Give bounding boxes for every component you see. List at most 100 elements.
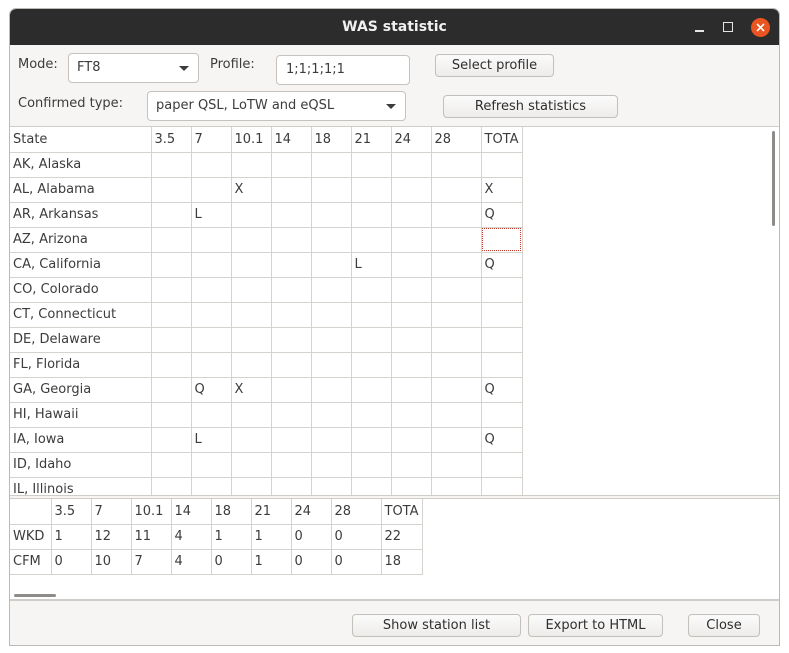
table-cell[interactable] (391, 427, 432, 453)
table-row[interactable]: ID, Idaho (10, 452, 523, 478)
table-cell[interactable] (191, 352, 232, 378)
table-cell[interactable] (311, 427, 352, 453)
table-cell[interactable] (231, 477, 272, 495)
table-cell[interactable] (191, 177, 232, 203)
table-cell[interactable]: X (481, 177, 523, 203)
table-row[interactable]: HI, Hawaii (10, 402, 523, 428)
table-cell[interactable] (481, 452, 523, 478)
table-cell[interactable] (351, 352, 392, 378)
table-cell[interactable] (151, 327, 192, 353)
table-cell[interactable] (431, 377, 482, 403)
table-cell[interactable] (311, 177, 352, 203)
table-row[interactable]: CA, California L Q (10, 252, 523, 278)
table-cell[interactable]: IA, Iowa (10, 427, 152, 453)
table-cell[interactable]: CA, California (10, 252, 152, 278)
table-cell[interactable] (351, 202, 392, 228)
table-cell[interactable] (191, 477, 232, 495)
table-row[interactable]: CFM 0 10 7 4 0 1 0 0 18 (10, 549, 423, 575)
table-cell[interactable] (231, 327, 272, 353)
table-cell[interactable] (151, 252, 192, 278)
table-row[interactable]: CO, Colorado (10, 277, 523, 303)
table-cell[interactable]: 4 (171, 549, 212, 575)
table-cell[interactable] (271, 277, 312, 303)
table-cell[interactable]: IL, Illinois (10, 477, 152, 495)
table-cell[interactable] (351, 177, 392, 203)
table-cell[interactable]: 22 (381, 524, 423, 550)
mode-select[interactable]: FT8 (68, 53, 199, 83)
table-cell[interactable] (151, 352, 192, 378)
table-cell[interactable]: AZ, Arizona (10, 227, 152, 253)
table-cell[interactable] (351, 327, 392, 353)
table-cell[interactable] (151, 202, 192, 228)
table-cell[interactable]: X (231, 377, 272, 403)
table-cell[interactable] (351, 377, 392, 403)
table-row[interactable]: AR, Arkansas L Q (10, 202, 523, 228)
table-row[interactable]: AL, Alabama X X (10, 177, 523, 203)
table-cell[interactable] (231, 227, 272, 253)
table-cell[interactable] (191, 227, 232, 253)
table-cell[interactable] (311, 277, 352, 303)
table-cell[interactable] (391, 252, 432, 278)
table-cell[interactable] (431, 252, 482, 278)
table-cell[interactable] (311, 302, 352, 328)
table-cell[interactable]: 10 (91, 549, 132, 575)
table-cell[interactable] (481, 352, 523, 378)
table-cell[interactable]: L (191, 202, 232, 228)
table-cell[interactable] (481, 227, 523, 253)
table-cell[interactable] (271, 427, 312, 453)
table-cell[interactable]: 0 (291, 549, 332, 575)
table-cell[interactable] (431, 327, 482, 353)
table-cell[interactable] (151, 402, 192, 428)
table-cell[interactable]: GA, Georgia (10, 377, 152, 403)
table-cell[interactable]: CFM (10, 549, 52, 575)
table-cell[interactable]: AL, Alabama (10, 177, 152, 203)
table-cell[interactable]: CO, Colorado (10, 277, 152, 303)
summary-grid[interactable]: 3.5 7 10.1 14 18 21 24 28 TOTA WKD 1 12 11 4 1 1 0 0 22 CFM… (10, 498, 779, 600)
table-cell[interactable]: 0 (331, 549, 382, 575)
table-cell[interactable]: Q (191, 377, 232, 403)
table-cell[interactable]: DE, Delaware (10, 327, 152, 353)
table-cell[interactable]: X (231, 177, 272, 203)
table-cell[interactable] (351, 452, 392, 478)
table-cell[interactable] (151, 427, 192, 453)
table-cell[interactable]: Q (481, 377, 523, 403)
table-cell[interactable] (231, 452, 272, 478)
table-cell[interactable]: 1 (211, 524, 252, 550)
table-cell[interactable] (151, 277, 192, 303)
table-cell[interactable] (271, 202, 312, 228)
table-cell[interactable] (431, 277, 482, 303)
states-grid[interactable]: State 3.5 7 10.1 14 18 21 24 28 TOTA AK, Alaska AL,… (10, 126, 779, 496)
table-cell[interactable]: L (191, 427, 232, 453)
table-cell[interactable] (481, 402, 523, 428)
table-cell[interactable] (231, 302, 272, 328)
table-cell[interactable] (271, 452, 312, 478)
table-cell[interactable] (351, 152, 392, 178)
select-profile-button[interactable]: Select profile (435, 54, 554, 77)
table-cell[interactable] (191, 452, 232, 478)
table-cell[interactable]: Q (481, 427, 523, 453)
table-cell[interactable] (481, 152, 523, 178)
export-to-html-button[interactable]: Export to HTML (528, 614, 663, 637)
table-cell[interactable]: 0 (51, 549, 92, 575)
table-cell[interactable]: L (351, 252, 392, 278)
table-cell[interactable]: CT, Connecticut (10, 302, 152, 328)
table-cell[interactable] (271, 177, 312, 203)
table-cell[interactable] (391, 202, 432, 228)
table-cell[interactable] (311, 227, 352, 253)
table-cell[interactable] (351, 302, 392, 328)
table-cell[interactable] (231, 252, 272, 278)
table-cell[interactable] (191, 152, 232, 178)
table-cell[interactable]: ID, Idaho (10, 452, 152, 478)
table-cell[interactable]: 4 (171, 524, 212, 550)
table-row[interactable]: FL, Florida (10, 352, 523, 378)
table-cell[interactable]: AR, Arkansas (10, 202, 152, 228)
table-cell[interactable] (231, 352, 272, 378)
table-cell[interactable] (151, 377, 192, 403)
table-cell[interactable] (271, 302, 312, 328)
horizontal-scrollbar[interactable] (14, 594, 56, 597)
table-cell[interactable]: 0 (331, 524, 382, 550)
table-cell[interactable]: 0 (291, 524, 332, 550)
table-cell[interactable] (271, 402, 312, 428)
table-cell[interactable] (231, 202, 272, 228)
table-cell[interactable] (191, 252, 232, 278)
